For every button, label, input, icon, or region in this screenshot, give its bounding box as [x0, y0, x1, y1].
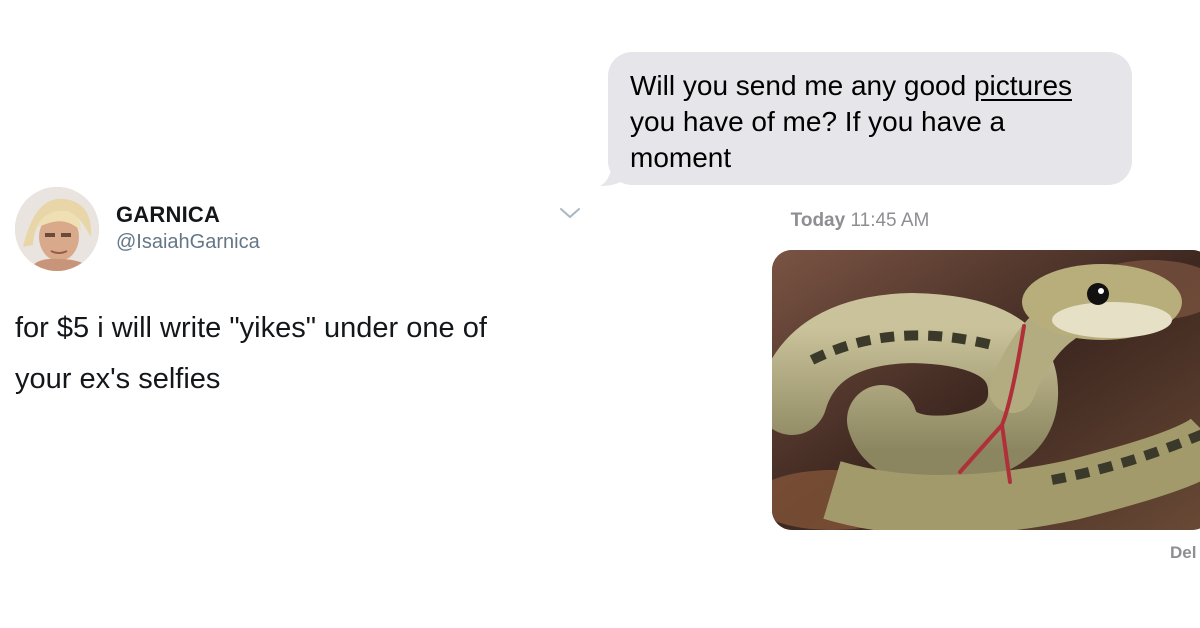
user-handle[interactable]: @IsaiahGarnica [116, 231, 260, 254]
received-message-bubble[interactable]: Will you send me any good pictures you h… [608, 52, 1132, 185]
tweet-text: for $5 i will write "yikes" under one of… [15, 303, 585, 405]
tweet-card: GARNICA @IsaiahGarnica for $5 i will wri… [0, 0, 600, 628]
tweet-text-line: your ex's selfies [15, 363, 221, 395]
timestamp-day: Today [790, 210, 846, 231]
snake-photo [772, 250, 1200, 530]
timestamp-time: 11:45 AM [850, 210, 930, 231]
message-line: Will you send me any good pictures [630, 68, 1110, 104]
tweet-text-line: for $5 i will write "yikes" under one of [15, 312, 487, 344]
avatar-image [15, 187, 99, 271]
message-text: Will you send me any good [630, 70, 974, 101]
profile-avatar[interactable] [15, 187, 99, 271]
display-name[interactable]: GARNICA [116, 202, 220, 228]
message-line: moment [630, 142, 732, 173]
message-link[interactable]: pictures [974, 70, 1072, 101]
delivery-status: Del [1170, 543, 1197, 562]
message-timestamp: Today 11:45 AM [600, 210, 1120, 232]
sent-image-snake[interactable] [772, 250, 1200, 530]
chevron-down-icon[interactable] [558, 204, 582, 222]
message-line: you have of me? If you have a [630, 106, 1006, 137]
